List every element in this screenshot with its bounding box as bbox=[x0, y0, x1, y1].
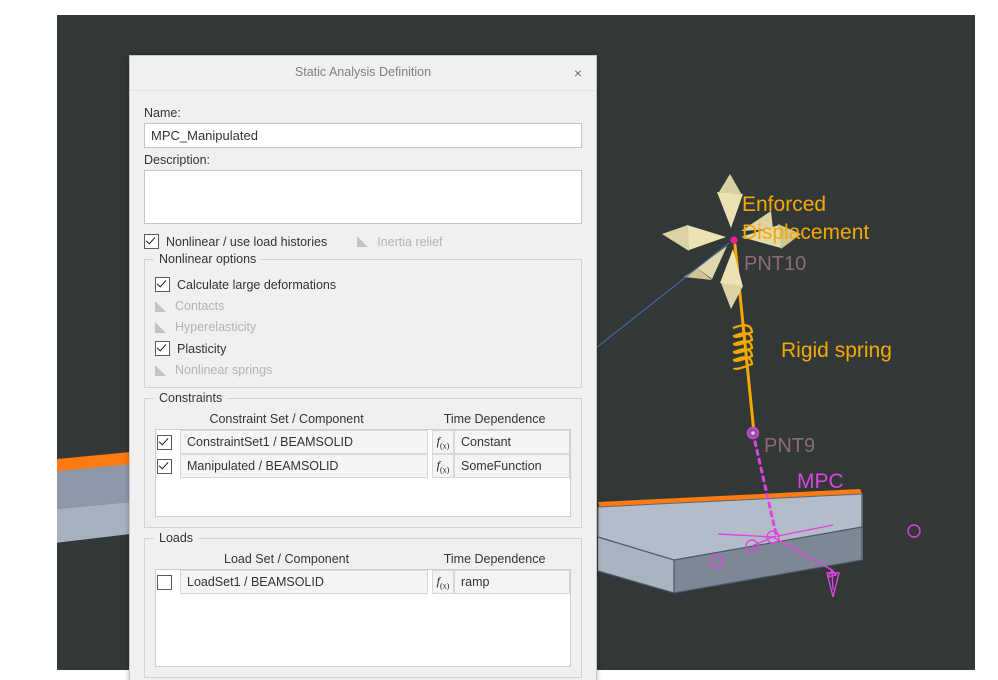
group-legend: Constraints bbox=[154, 391, 227, 405]
function-editor-button[interactable]: f(x) bbox=[432, 570, 454, 594]
group-content: Constraint Set / Component Time Dependen… bbox=[155, 399, 571, 517]
group-content: Load Set / Component Time Dependence Loa… bbox=[155, 539, 571, 667]
checkbox-nonlinear-springs bbox=[155, 364, 168, 377]
table-row[interactable]: ConstraintSet1 / BEAMSOLID f(x) Constant bbox=[156, 430, 570, 454]
top-options-row: Nonlinear / use load histories Inertia r… bbox=[144, 227, 582, 249]
loads-group: Loads Load Set / Component Time Dependen… bbox=[144, 538, 582, 678]
row-checkbox-cell[interactable] bbox=[156, 570, 180, 594]
function-editor-button[interactable]: f(x) bbox=[432, 430, 454, 454]
name-input[interactable] bbox=[144, 123, 582, 148]
option-label: Nonlinear springs bbox=[175, 363, 272, 377]
function-editor-button[interactable]: f(x) bbox=[432, 454, 454, 478]
nonlinear-options-group: Nonlinear options Calculate large deform… bbox=[144, 259, 582, 388]
constraints-table[interactable]: ConstraintSet1 / BEAMSOLID f(x) Constant… bbox=[155, 429, 571, 517]
option-nonlinear-springs: Nonlinear springs bbox=[155, 363, 571, 377]
constraint-set-cell[interactable]: ConstraintSet1 / BEAMSOLID bbox=[180, 430, 428, 454]
table-row[interactable]: LoadSet1 / BEAMSOLID f(x) ramp bbox=[156, 570, 570, 594]
group-legend: Nonlinear options bbox=[154, 252, 261, 266]
dialog-title: Static Analysis Definition bbox=[130, 65, 596, 79]
group-legend: Loads bbox=[154, 531, 198, 545]
row-checkbox-cell[interactable] bbox=[156, 454, 180, 478]
loads-table[interactable]: LoadSet1 / BEAMSOLID f(x) ramp bbox=[155, 569, 571, 667]
time-dependence-cell[interactable]: ramp bbox=[454, 570, 570, 594]
dialog-titlebar[interactable]: Static Analysis Definition × bbox=[130, 56, 596, 91]
row-checkbox-cell[interactable] bbox=[156, 430, 180, 454]
constraints-group: Constraints Constraint Set / Component T… bbox=[144, 398, 582, 528]
name-label: Name: bbox=[144, 106, 582, 120]
column-header-constraint-set: Constraint Set / Component bbox=[155, 412, 418, 426]
dialog-body: Name: Description: Nonlinear / use load … bbox=[130, 91, 596, 680]
option-calculate-large-deformations[interactable]: Calculate large deformations bbox=[155, 277, 571, 292]
description-label: Description: bbox=[144, 153, 582, 167]
static-analysis-definition-dialog: Static Analysis Definition × Name: Descr… bbox=[129, 55, 597, 680]
checkbox-calculate-large-deformations[interactable] bbox=[155, 277, 170, 292]
option-label: Calculate large deformations bbox=[177, 278, 336, 292]
column-header-load-set: Load Set / Component bbox=[155, 552, 418, 566]
row-checkbox[interactable] bbox=[157, 575, 172, 590]
enforced-displacement-arrows bbox=[662, 174, 801, 309]
option-label: Hyperelasticity bbox=[175, 320, 256, 334]
close-icon[interactable]: × bbox=[568, 63, 588, 83]
beam-right bbox=[598, 489, 863, 593]
constraints-table-header: Constraint Set / Component Time Dependen… bbox=[155, 412, 571, 426]
option-inertia-relief: Inertia relief bbox=[357, 235, 442, 249]
option-contacts: Contacts bbox=[155, 299, 571, 313]
option-label: Contacts bbox=[175, 299, 224, 313]
checkbox-hyperelasticity bbox=[155, 321, 168, 334]
beam-left bbox=[57, 452, 130, 544]
checkbox-nonlinear-load-histories[interactable] bbox=[144, 234, 159, 249]
screen: PNT10 PNT9 Enforced Displacement Rigid s… bbox=[0, 0, 998, 680]
checkbox-plasticity[interactable] bbox=[155, 341, 170, 356]
column-header-time-dependence: Time Dependence bbox=[418, 552, 571, 566]
fx-icon: f(x) bbox=[437, 434, 450, 450]
fx-icon: f(x) bbox=[437, 574, 450, 590]
option-label: Nonlinear / use load histories bbox=[166, 235, 327, 249]
option-label: Plasticity bbox=[177, 342, 226, 356]
option-hyperelasticity: Hyperelasticity bbox=[155, 320, 571, 334]
checkbox-inertia-relief bbox=[357, 235, 370, 248]
description-input[interactable] bbox=[144, 170, 582, 224]
option-plasticity[interactable]: Plasticity bbox=[155, 341, 571, 356]
table-row[interactable]: Manipulated / BEAMSOLID f(x) SomeFunctio… bbox=[156, 454, 570, 478]
row-checkbox[interactable] bbox=[157, 459, 172, 474]
loads-table-header: Load Set / Component Time Dependence bbox=[155, 552, 571, 566]
load-set-cell[interactable]: LoadSet1 / BEAMSOLID bbox=[180, 570, 428, 594]
option-nonlinear-load-histories[interactable]: Nonlinear / use load histories bbox=[144, 234, 327, 249]
time-dependence-cell[interactable]: SomeFunction bbox=[454, 454, 570, 478]
time-dependence-cell[interactable]: Constant bbox=[454, 430, 570, 454]
row-checkbox[interactable] bbox=[157, 435, 172, 450]
column-header-time-dependence: Time Dependence bbox=[418, 412, 571, 426]
constraint-set-cell[interactable]: Manipulated / BEAMSOLID bbox=[180, 454, 428, 478]
fx-icon: f(x) bbox=[437, 458, 450, 474]
checkbox-contacts bbox=[155, 300, 168, 313]
group-content: Calculate large deformations Contacts Hy… bbox=[155, 260, 571, 377]
pnt9-marker bbox=[748, 428, 759, 439]
option-label: Inertia relief bbox=[377, 235, 442, 249]
